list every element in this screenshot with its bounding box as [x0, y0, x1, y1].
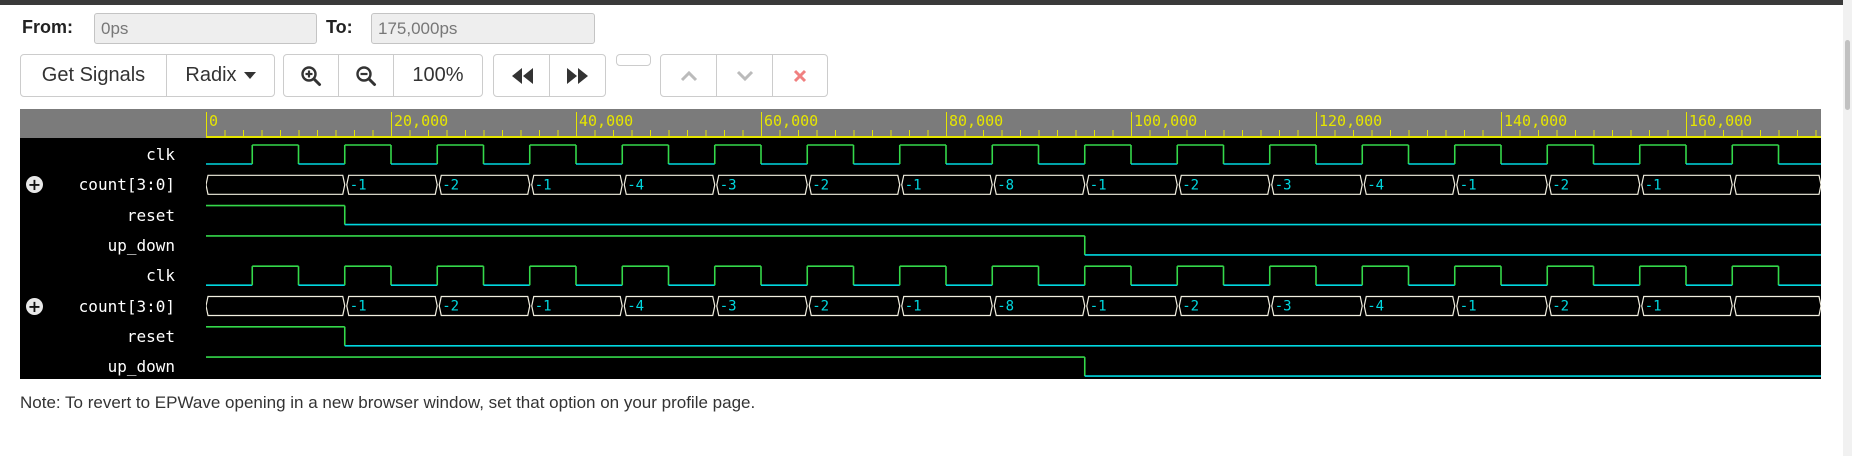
bus-value-label: -1	[1645, 299, 1662, 315]
zoom-in-button[interactable]	[283, 54, 339, 97]
timeline-tick-label: 80,000	[949, 112, 1003, 130]
double-right-arrow-icon	[566, 67, 588, 84]
bus-value-label: -2	[1182, 299, 1199, 315]
zoom-out-button[interactable]	[338, 54, 394, 97]
radix-label: Radix	[185, 64, 237, 86]
bus-value-label: -1	[1645, 177, 1662, 193]
signal-row-label[interactable]: reset	[20, 321, 205, 351]
bus-value-label: -3	[720, 299, 737, 315]
bus-value-label: -2	[1552, 177, 1569, 193]
bus-value-label: -4	[627, 177, 644, 193]
bus-value-label: -1	[350, 177, 367, 193]
signal-row-label[interactable]: clk	[20, 139, 205, 169]
get-signals-button[interactable]: Get Signals	[20, 54, 167, 97]
timeline-tick-label: 120,000	[1319, 112, 1382, 130]
bus-value-label: -1	[905, 299, 922, 315]
signal-row-label[interactable]: clk	[20, 260, 205, 290]
signal-name: up_down	[107, 357, 175, 377]
bus-value-label: -4	[627, 299, 644, 315]
zoom-in-icon	[301, 65, 321, 86]
waveform-plot[interactable]: 0 20,000 40,000 60,000 80,000 100,000 120,000 1…	[206, 109, 1821, 379]
caret-down-icon	[243, 72, 256, 79]
signal-edit-group	[660, 54, 828, 97]
top-border	[0, 0, 1852, 5]
bus-value-label: -3	[1275, 299, 1292, 315]
signals-group: Get Signals Radix	[20, 54, 275, 97]
bus-value-label: -4	[1367, 177, 1384, 193]
blank-toggle-button[interactable]	[616, 54, 651, 66]
bus-value-segment	[206, 295, 346, 317]
timeline-tick-label: 0	[209, 112, 218, 130]
radix-dropdown[interactable]: Radix	[166, 54, 275, 97]
bus-value-label: -1	[350, 299, 367, 315]
bus-value-segment	[1733, 295, 1821, 317]
signal-row-label[interactable]: + count[3:0]	[20, 169, 205, 199]
bus-value-label: -1	[905, 177, 922, 193]
bus-value-label: -1	[1090, 299, 1107, 315]
timeline-tick-label: 40,000	[579, 112, 633, 130]
signal-name: reset	[126, 205, 175, 225]
bus-value-label: -4	[1367, 299, 1384, 315]
double-left-arrow-icon	[511, 67, 533, 84]
timeline-tick-label: 20,000	[394, 112, 448, 130]
signal-row-label[interactable]: up_down	[20, 230, 205, 260]
zoom-level-button[interactable]: 100%	[393, 54, 483, 97]
bus-value-label: -2	[442, 299, 459, 315]
signal-name: reset	[126, 326, 175, 346]
signal-name: clk	[146, 145, 175, 164]
bus-value-segment	[1733, 174, 1821, 195]
bus-value-label: -2	[812, 299, 829, 315]
zoom-group: 100%	[283, 54, 483, 97]
bus-value-label: -1	[1090, 177, 1107, 193]
zoom-out-icon	[356, 65, 376, 86]
waveform-viewer[interactable]: clk + count[3:0] reset up_down clk + count[3:0]…	[20, 109, 1821, 379]
signal-row-label[interactable]: reset	[20, 200, 205, 230]
bus-value-label: -1	[535, 177, 552, 193]
bus-value-label: -1	[1460, 299, 1477, 315]
next-edge-button[interactable]	[549, 54, 606, 97]
chevron-up-icon	[680, 70, 697, 81]
timeline-tick-label: 140,000	[1504, 112, 1567, 130]
bus-value-label: -2	[1552, 299, 1569, 315]
bus-value-label: -8	[997, 299, 1014, 315]
signal-name: count[3:0]	[78, 175, 175, 195]
bus-value-label: -2	[1182, 177, 1199, 193]
scrollbar-thumb[interactable]	[1845, 40, 1850, 110]
move-down-button[interactable]	[716, 54, 773, 97]
to-label: To:	[326, 17, 353, 37]
signal-row-label[interactable]: + count[3:0]	[20, 291, 205, 321]
close-icon	[793, 69, 807, 82]
from-label: From:	[22, 17, 73, 37]
remove-signal-button[interactable]	[772, 54, 828, 97]
navigation-group	[493, 54, 606, 97]
bus-value-label: -2	[812, 177, 829, 193]
signal-name-column: clk + count[3:0] reset up_down clk + count[3:0]…	[20, 109, 205, 379]
chevron-down-icon	[736, 70, 753, 81]
bus-value-segment	[206, 174, 346, 195]
timeline-tick-label: 100,000	[1134, 112, 1197, 130]
signal-name: up_down	[107, 235, 175, 255]
footer-note: Note: To revert to EPWave opening in a n…	[20, 393, 756, 412]
bus-value-label: -1	[1460, 177, 1477, 193]
from-input[interactable]	[94, 13, 317, 44]
expand-plus-icon[interactable]: +	[26, 297, 43, 315]
timeline-tick-label: 160,000	[1689, 112, 1752, 130]
bus-value-label: -3	[720, 177, 737, 193]
signal-row-label[interactable]: up_down	[20, 351, 205, 379]
bus-value-label: -3	[1275, 177, 1292, 193]
signal-name: clk	[146, 266, 175, 286]
expand-plus-icon[interactable]: +	[26, 176, 43, 194]
timeline-tick-label: 60,000	[764, 112, 818, 130]
bus-value-label: -1	[535, 299, 552, 315]
previous-edge-button[interactable]	[493, 54, 550, 97]
signal-name: count[3:0]	[78, 296, 175, 316]
bus-value-label: -8	[997, 177, 1014, 193]
bus-value-label: -2	[442, 177, 459, 193]
move-up-button[interactable]	[660, 54, 717, 97]
to-input[interactable]	[371, 13, 595, 44]
